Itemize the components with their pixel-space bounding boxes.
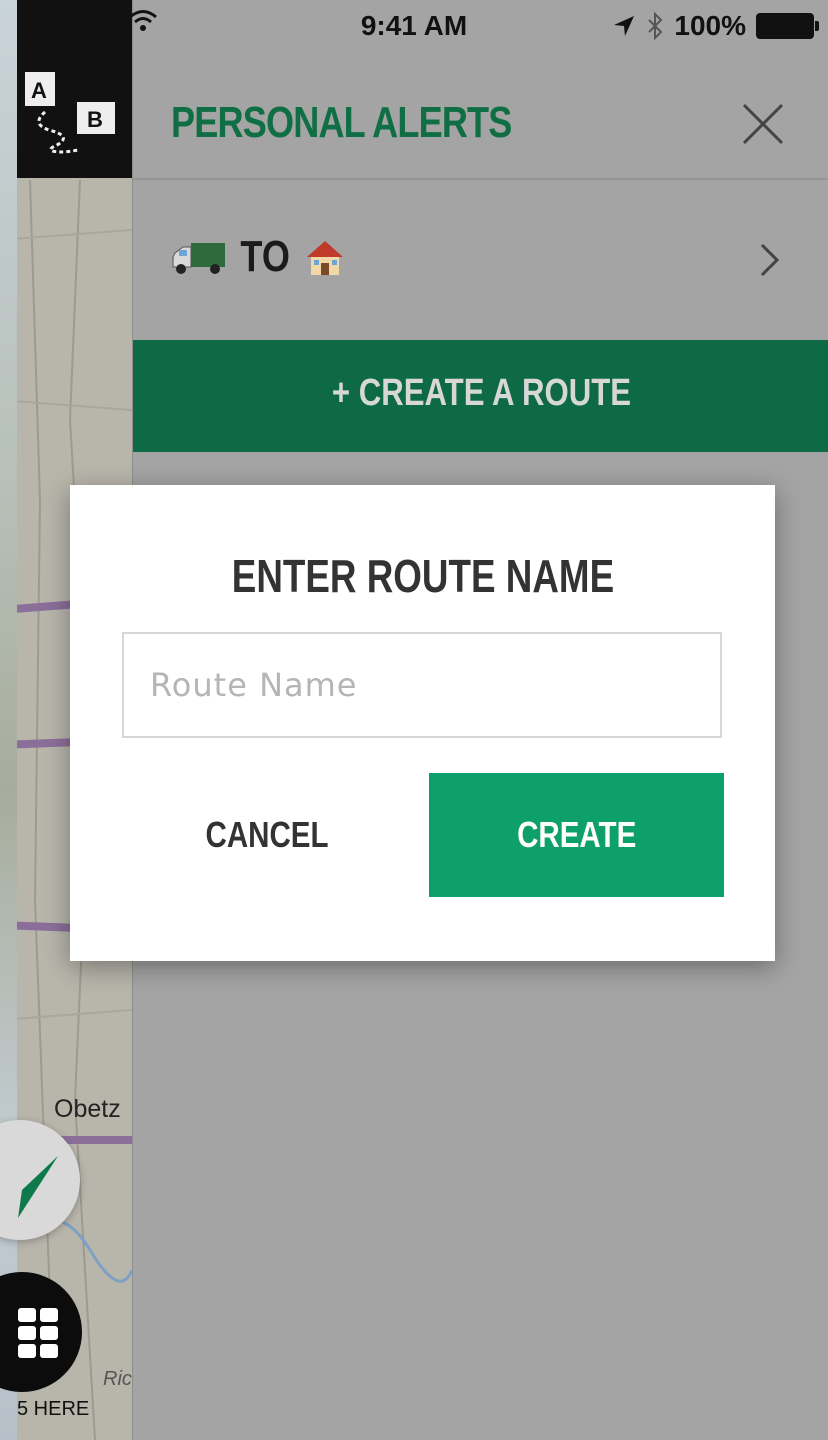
chevron-right-icon	[759, 242, 781, 283]
dialog-title: ENTER ROUTE NAME	[231, 550, 614, 602]
status-bar: 9:41 AM 100%	[0, 0, 828, 52]
create-route-label: + CREATE A ROUTE	[331, 372, 631, 414]
battery-percentage: 100%	[674, 10, 746, 41]
page-title: PERSONAL ALERTS	[171, 98, 512, 147]
status-indicators: 100%	[612, 10, 819, 42]
bluetooth-icon	[648, 12, 663, 40]
route-name-input[interactable]	[122, 632, 722, 738]
battery-icon	[756, 13, 819, 39]
close-icon	[742, 103, 784, 145]
map-partial-label: Ric	[103, 1368, 132, 1390]
route-list-item[interactable]: TO	[133, 180, 828, 338]
route-to-label: TO	[240, 232, 290, 281]
cancel-button[interactable]: CANCEL	[122, 773, 412, 897]
svg-text:A: A	[31, 78, 47, 103]
panel-header: PERSONAL ALERTS	[133, 52, 828, 180]
route-name-dialog: ENTER ROUTE NAME CANCEL CREATE	[70, 485, 775, 961]
truck-icon	[172, 243, 225, 274]
close-button[interactable]	[741, 102, 785, 146]
create-button[interactable]: CREATE	[429, 773, 724, 897]
house-icon	[307, 241, 344, 275]
grid-icon	[18, 1308, 58, 1358]
svg-text:B: B	[87, 107, 103, 132]
location-arrow-icon	[614, 16, 635, 36]
map-attribution[interactable]: 5 HERE	[17, 1398, 89, 1421]
navigation-arrow-icon	[18, 1156, 58, 1218]
grid-menu-button[interactable]	[0, 1272, 82, 1392]
create-route-button[interactable]: + CREATE A ROUTE	[133, 340, 828, 452]
route-label: TO	[171, 232, 347, 282]
navigate-button[interactable]	[0, 1120, 80, 1240]
